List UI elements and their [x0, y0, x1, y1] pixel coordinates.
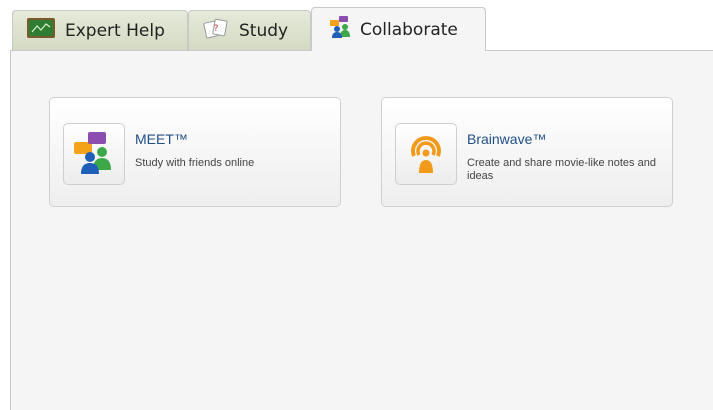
chalkboard-icon — [27, 18, 55, 43]
tab-collaborate-label: Collaborate — [360, 19, 458, 40]
brainwave-description: Create and share movie-like notes and id… — [467, 157, 656, 182]
brainwave-title: Brainwave™ — [467, 131, 547, 147]
flashcards-icon: ? — [203, 17, 229, 44]
brainwave-card[interactable]: Brainwave™ Create and share movie-like n… — [381, 97, 673, 207]
meet-card[interactable]: MEET™ Study with friends online — [49, 97, 341, 207]
meet-icon-box — [63, 123, 125, 185]
meet-people-chat-icon — [72, 130, 116, 178]
tab-expert-help-label: Expert Help — [65, 20, 165, 41]
brainwave-icon-box — [395, 123, 457, 185]
meet-description: Study with friends online — [135, 157, 255, 169]
meet-title: MEET™ — [135, 131, 188, 147]
tab-bar: Expert Help ? Study Collaborate — [0, 0, 713, 51]
people-chat-icon — [330, 16, 352, 43]
tab-study-label: Study — [239, 20, 289, 41]
brainwave-broadcast-icon — [404, 130, 448, 178]
tab-collaborate[interactable]: Collaborate — [311, 7, 486, 51]
tab-expert-help[interactable]: Expert Help — [12, 10, 188, 50]
svg-text:?: ? — [214, 24, 219, 34]
tab-study[interactable]: ? Study — [188, 10, 311, 50]
